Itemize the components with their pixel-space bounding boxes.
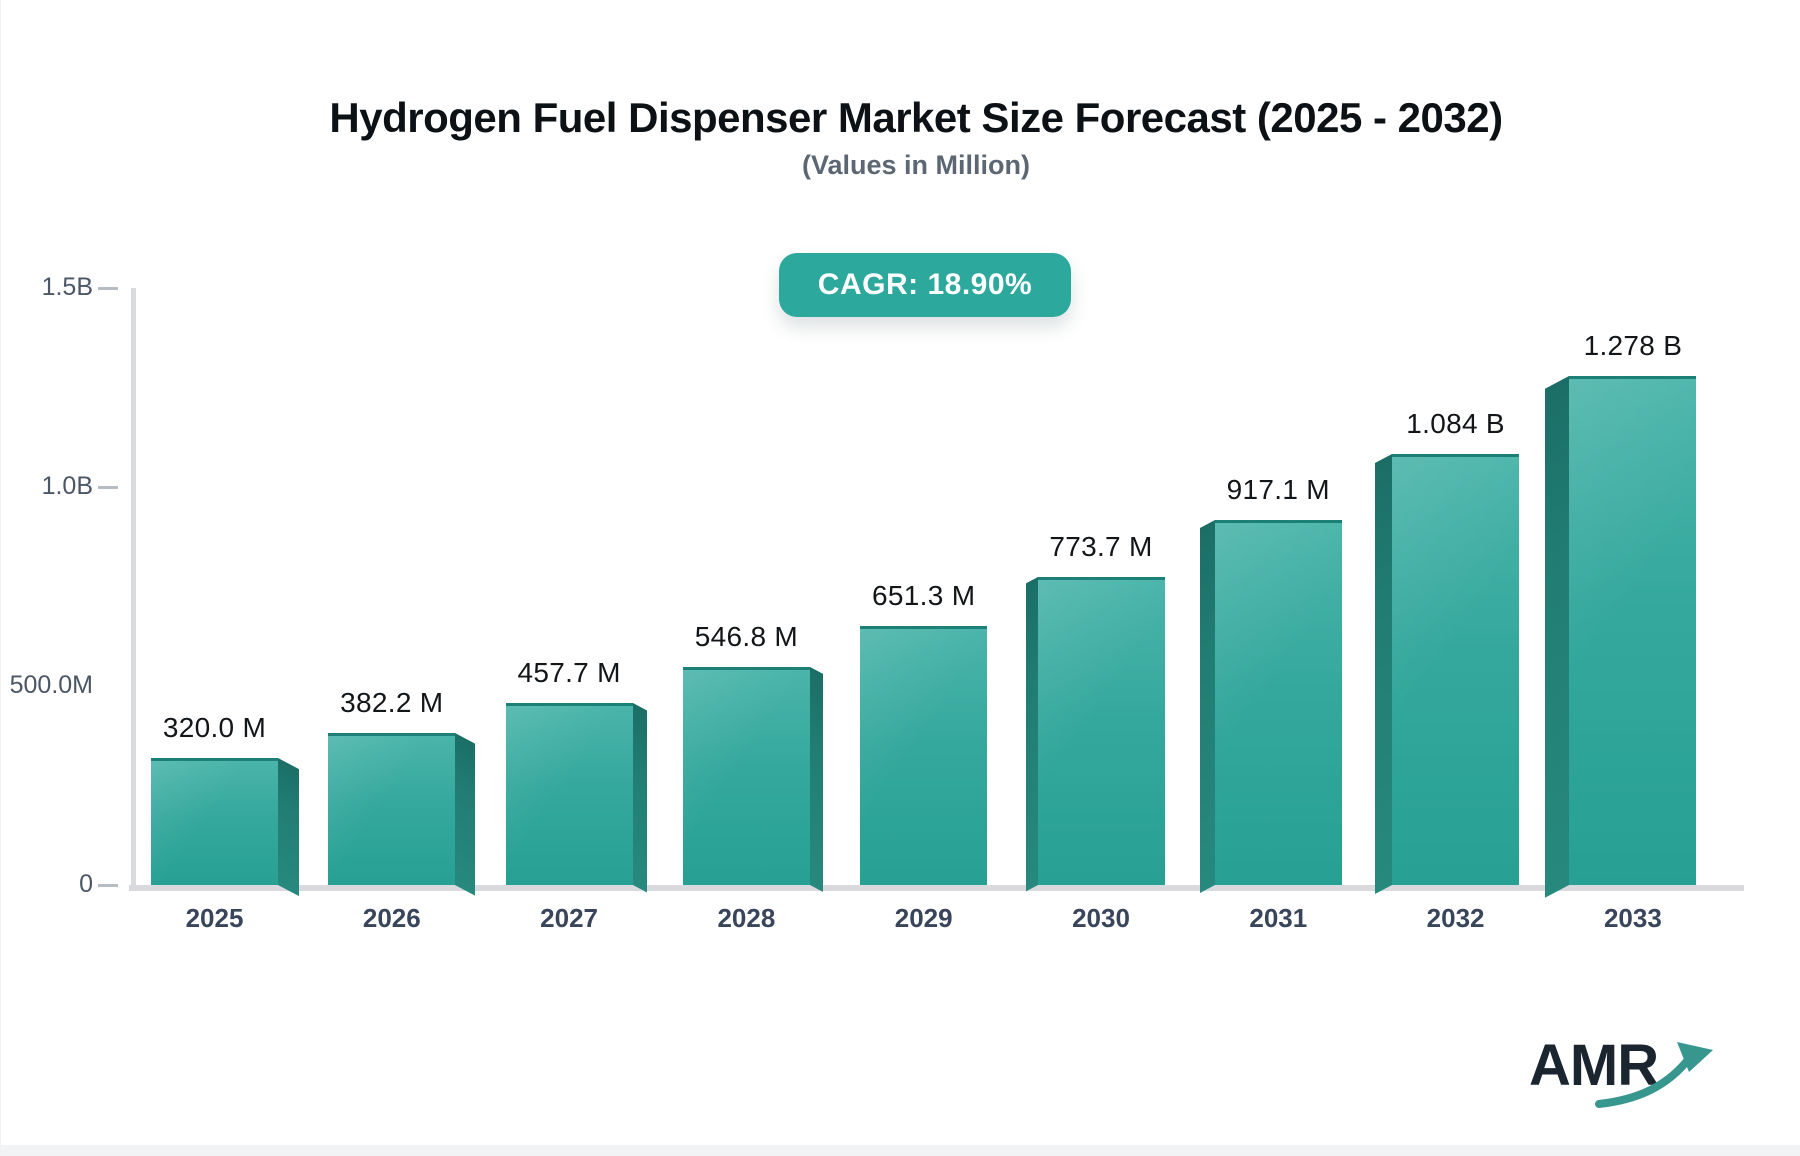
- bar-3d-side: [809, 667, 823, 892]
- amr-logo: AMR: [1529, 1032, 1729, 1122]
- bar-value-label: 1.084 B: [1406, 407, 1505, 439]
- x-tick-label: 2033: [1603, 903, 1662, 933]
- bar-2033: [1569, 376, 1697, 885]
- bar-value-label: 457.7 M: [517, 656, 621, 688]
- bar-2030: [1037, 577, 1165, 885]
- x-tick-label: 2032: [1426, 903, 1485, 933]
- x-tick-label: 2027: [540, 903, 599, 933]
- bar-2026: [328, 732, 456, 885]
- y-tick-label: 1.0B: [41, 472, 93, 500]
- bar-3d-side: [1545, 376, 1570, 898]
- x-tick-label: 2031: [1249, 903, 1308, 933]
- bottom-strip: [1, 1145, 1800, 1156]
- bar-2032: [1392, 453, 1520, 885]
- x-tick-label: 2030: [1072, 903, 1130, 933]
- bar-3d-side: [278, 757, 299, 897]
- y-tick-dash: [98, 884, 118, 887]
- bar-value-label: 773.7 M: [1049, 531, 1153, 563]
- y-tick-label: 0: [79, 870, 93, 898]
- bar-3d-side: [1025, 577, 1038, 892]
- y-tick-dash: [98, 287, 118, 290]
- page: Hydrogen Fuel Dispenser Market Size Fore…: [0, 0, 1800, 1156]
- bar-2028: [682, 667, 810, 885]
- bar-value-label: 382.2 M: [340, 686, 444, 718]
- bar-value-label: 917.1 M: [1226, 473, 1330, 505]
- x-axis-line: [129, 885, 1744, 891]
- bar-value-label: 1.278 B: [1583, 330, 1683, 362]
- y-tick-label: 500.0M: [9, 671, 93, 699]
- bar-chart-plot-area: 1.5B 1.0B 500.0M 0 320.0 M 2025 382.2 M 2026 457…: [1, 0, 1800, 1156]
- x-tick-label: 2028: [717, 903, 776, 933]
- bar-3d-side: [1375, 453, 1393, 895]
- bar-3d-side: [455, 732, 476, 896]
- x-tick-label: 2025: [185, 903, 244, 933]
- y-tick-label: 1.5B: [41, 273, 93, 301]
- bar-2025: [151, 757, 278, 885]
- bar-value-label: 546.8 M: [694, 621, 799, 653]
- bar-2027: [505, 702, 633, 885]
- bar-value-label: 651.3 M: [872, 579, 976, 611]
- trend-arrow-icon: [1595, 1042, 1713, 1108]
- bar-3d-side: [632, 702, 647, 893]
- bar-2031: [1214, 519, 1342, 885]
- y-axis-line: [131, 288, 136, 891]
- x-tick-label: 2029: [894, 903, 953, 933]
- bar-3d-side: [1199, 519, 1215, 893]
- x-tick-label: 2026: [362, 903, 421, 933]
- bar-2029: [860, 625, 988, 885]
- y-tick-dash: [98, 486, 118, 489]
